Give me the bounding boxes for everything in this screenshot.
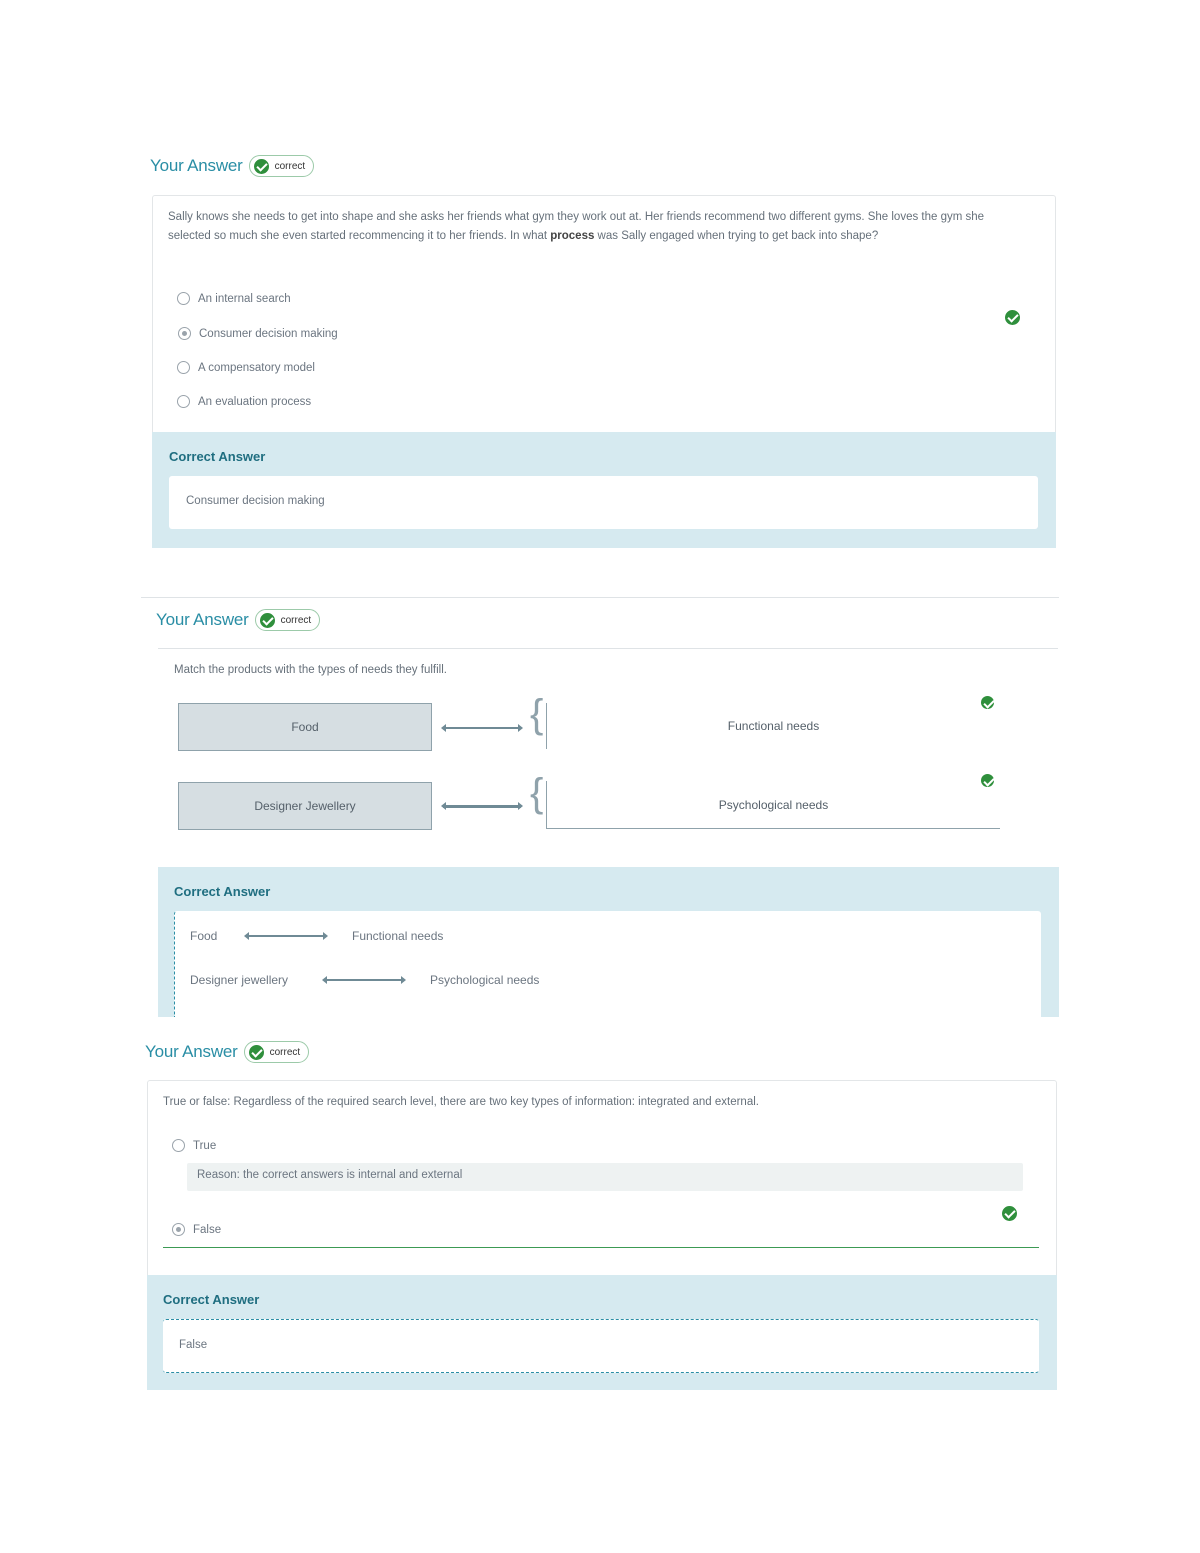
match-arrow: [441, 802, 523, 810]
your-answer-heading-1: Your Answer correct: [150, 155, 315, 177]
radio-button[interactable]: [177, 361, 190, 374]
match-arrow: [322, 976, 406, 984]
correct-pair-left: Designer jewellery: [190, 973, 289, 987]
question-text-1: Sally knows she needs to get into shape …: [168, 211, 985, 242]
match-left-label: Designer Jewellery: [254, 799, 356, 813]
option-label: A compensatory model: [198, 361, 315, 374]
selected-underline: [163, 1247, 1039, 1248]
brace-icon: {: [530, 771, 544, 815]
correct-pair-right: Functional needs: [352, 929, 444, 943]
heading-title: Your Answer: [156, 610, 249, 629]
option-4[interactable]: An evaluation process: [177, 395, 311, 408]
radio-button[interactable]: [172, 1139, 185, 1152]
match-arrow: [441, 724, 523, 732]
match-right-label: Psychological needs: [718, 797, 829, 812]
divider: [141, 597, 1059, 598]
option-3[interactable]: A compensatory model: [177, 361, 315, 374]
brace-icon: {: [530, 692, 544, 736]
check-icon: [259, 612, 275, 628]
check-icon: [253, 158, 269, 174]
correct-pair-left: Food: [190, 929, 218, 943]
badge-label: correct: [274, 160, 306, 172]
badge-label: correct: [280, 614, 312, 626]
correct-pair-right: Psychological needs: [430, 973, 540, 987]
check-icon: [1005, 310, 1020, 325]
correct-badge: correct: [248, 155, 315, 177]
check-icon: [248, 1044, 264, 1060]
option-label: An evaluation process: [198, 395, 312, 408]
correct-badge: correct: [254, 609, 321, 631]
correct-answer-box: [174, 911, 1041, 1017]
your-answer-heading-3: Your Answer correct: [145, 1041, 310, 1063]
correct-answer-box: Consumer decision making: [169, 476, 1038, 529]
correct-answer-value: Consumer decision making: [186, 495, 325, 507]
correct-answer-box: False: [163, 1319, 1039, 1373]
reason-box: Reason: the correct answers is internal …: [187, 1163, 1023, 1191]
correct-pair-row: Designer jewellery Psychological needs: [190, 973, 539, 987]
correct-answer-value: False: [179, 1339, 208, 1351]
match-right-label: Functional needs: [727, 719, 820, 733]
check-icon: [981, 696, 994, 709]
match-item-left[interactable]: Designer Jewellery: [178, 782, 432, 830]
badge-label: correct: [269, 1046, 301, 1058]
divider: [158, 648, 1058, 649]
match-left-label: Food: [291, 720, 319, 734]
option-label: False: [193, 1223, 222, 1236]
radio-button[interactable]: [177, 395, 190, 408]
reason-text: Reason: the correct answers is internal …: [197, 1169, 463, 1181]
correct-answer-title: Correct Answer: [169, 449, 266, 464]
option-1[interactable]: An internal search: [177, 292, 291, 305]
option-label: True: [193, 1139, 217, 1152]
match-item-right[interactable]: Psychological needs: [546, 781, 1000, 829]
option-true[interactable]: True: [172, 1139, 216, 1152]
heading-title: Your Answer: [150, 156, 243, 175]
radio-button-selected[interactable]: [172, 1223, 185, 1236]
check-icon: [1002, 1206, 1017, 1221]
correct-answer-title: Correct Answer: [174, 884, 271, 899]
match-item-left[interactable]: Food: [178, 703, 432, 751]
option-label: An internal search: [198, 292, 291, 305]
check-icon: [981, 774, 994, 787]
radio-button[interactable]: [177, 292, 190, 305]
match-item-right[interactable]: Functional needs: [546, 703, 1000, 749]
option-label: Consumer decision making: [199, 327, 338, 340]
your-answer-heading-2: Your Answer correct: [156, 609, 321, 631]
correct-answer-title: Correct Answer: [163, 1292, 260, 1307]
question-text-3: True or false: Regardless of the require…: [163, 1096, 759, 1108]
radio-button-selected[interactable]: [178, 327, 191, 340]
match-arrow: [244, 932, 328, 940]
heading-title: Your Answer: [145, 1042, 238, 1061]
correct-badge: correct: [243, 1041, 310, 1063]
question-text-2: Match the products with the types of nee…: [174, 664, 447, 676]
option-false-selected[interactable]: False: [172, 1223, 221, 1236]
option-2-selected[interactable]: Consumer decision making: [178, 327, 338, 340]
correct-pair-row: Food Functional needs: [190, 929, 443, 943]
